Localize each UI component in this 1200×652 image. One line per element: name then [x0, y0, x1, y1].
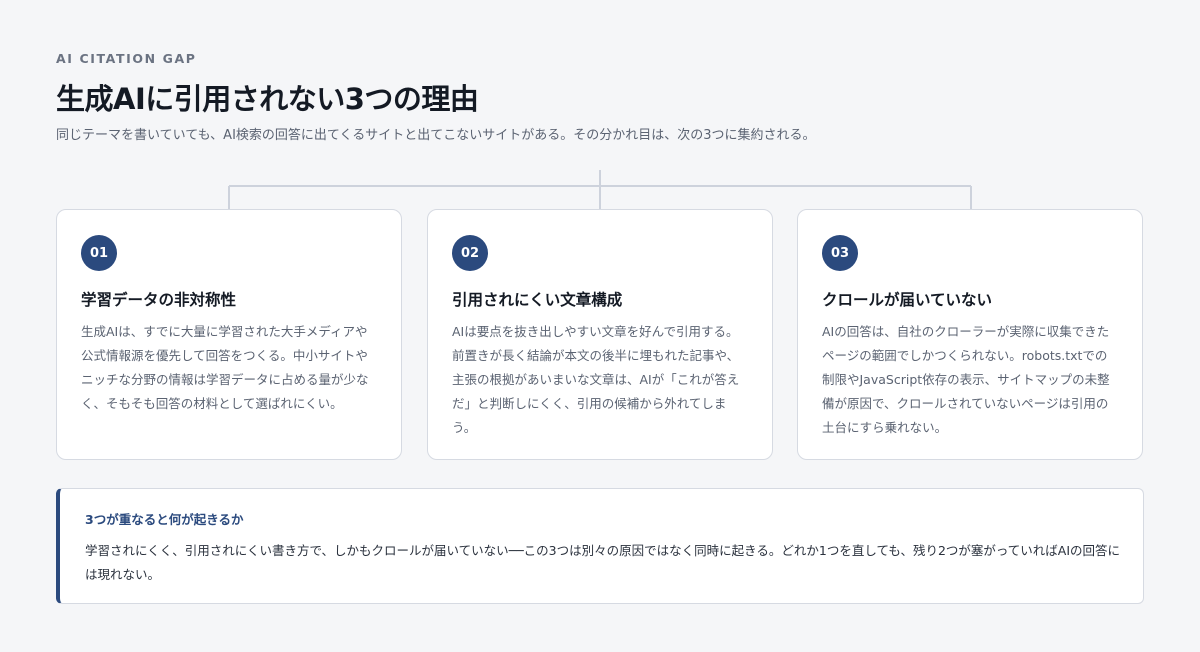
reason-card-2: 02 引用されにくい文章構成 AIは要点を抜き出しやすい文章を好んで引用する。前…	[427, 209, 773, 460]
reason-description: AIは要点を抜き出しやすい文章を好んで引用する。前置きが長く結論が本文の後半に埋…	[452, 324, 740, 435]
summary-callout: 3つが重なると何が起きるか 学習されにくく、引用されにくい書き方で、しかもクロー…	[56, 488, 1144, 604]
page-subtitle: 同じテーマを書いていても、AI検索の回答に出てくるサイトと出てこないサイトがある…	[56, 128, 816, 143]
reason-description: 生成AIは、すでに大量に学習された大手メディアや公式情報源を優先して回答をつくる…	[81, 324, 369, 411]
eyebrow-label: AI CITATION GAP	[56, 51, 197, 66]
reason-card-1: 01 学習データの非対称性 生成AIは、すでに大量に学習された大手メディアや公式…	[56, 209, 402, 460]
reason-title: 引用されにくい文章構成	[452, 291, 623, 309]
reason-card-3: 03 クロールが届いていない AIの回答は、自社のクローラーが実際に収集できたペ…	[797, 209, 1143, 460]
reason-number-badge: 03	[822, 235, 858, 271]
reason-number-badge: 01	[81, 235, 117, 271]
reason-title: 学習データの非対称性	[81, 291, 237, 309]
page: AI CITATION GAP 生成AIに引用されない3つの理由 同じテーマを書…	[0, 0, 1200, 652]
callout-body: 学習されにくく、引用されにくい書き方で、しかもクロールが届いていない──この3つ…	[85, 543, 1121, 582]
reason-title: クロールが届いていない	[822, 291, 993, 309]
page-title: 生成AIに引用されない3つの理由	[56, 82, 479, 116]
callout-title: 3つが重なると何が起きるか	[85, 512, 244, 527]
reason-number-badge: 02	[452, 235, 488, 271]
reason-description: AIの回答は、自社のクローラーが実際に収集できたページの範囲でしかつくられない。…	[822, 324, 1110, 435]
